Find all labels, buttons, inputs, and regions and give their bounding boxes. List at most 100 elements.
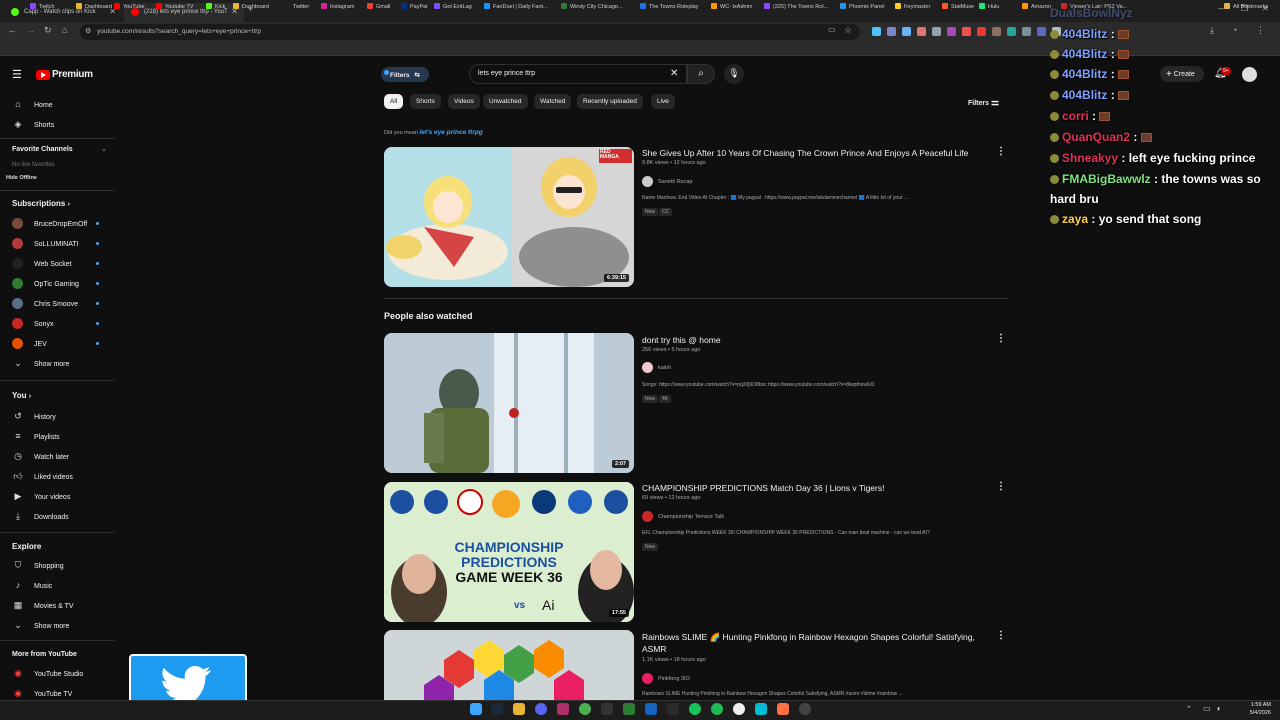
show-more-explore[interactable]: ⌄ Show more: [12, 620, 69, 631]
sidebar-item-subscription[interactable]: SoLLUMINATI: [12, 238, 79, 249]
sidebar-item-youtube-studio[interactable]: ◉ YouTube Studio: [12, 668, 83, 679]
bookmark-item[interactable]: Instagram: [321, 3, 354, 10]
windows-start-icon[interactable]: [470, 703, 482, 715]
create-button[interactable]: + Create: [1160, 66, 1204, 82]
sidebar-item-movies[interactable]: ▦ Movies & TV: [12, 600, 74, 611]
reload-icon[interactable]: ↻: [44, 25, 52, 36]
app-icon[interactable]: [733, 703, 745, 715]
discord-icon[interactable]: [535, 703, 547, 715]
video-thumbnail[interactable]: 2:07: [384, 333, 634, 473]
sidebar-item-history[interactable]: ↺ History: [12, 411, 56, 422]
sidebar-item-subscription[interactable]: JEV: [12, 338, 47, 349]
filters-search-button[interactable]: Filters ⇆: [381, 67, 429, 82]
bookmark-item[interactable]: Keymaster: [895, 3, 930, 10]
channel-link[interactable]: Championship Terrace Talk: [642, 511, 724, 522]
bookmark-item[interactable]: Gmail: [367, 3, 390, 10]
sidebar-item-watch-later[interactable]: ◷ Watch later: [12, 451, 69, 462]
sidebar-item-your-videos[interactable]: ▶ Your videos: [12, 491, 71, 502]
sidebar-item-youtube-tv[interactable]: ◉ YouTube TV: [12, 688, 72, 699]
sidebar-item-downloads[interactable]: ⤓ Downloads: [12, 511, 69, 522]
search-button[interactable]: ⌕: [687, 64, 715, 84]
obs-icon[interactable]: [799, 703, 811, 715]
you-heading[interactable]: You ›: [12, 391, 31, 400]
back-arrow-icon[interactable]: ←: [8, 25, 17, 35]
subscriptions-heading[interactable]: Subscriptions ›: [12, 199, 70, 208]
extension-icon[interactable]: [932, 27, 941, 36]
extension-icon[interactable]: [992, 27, 1001, 36]
bookmark-item[interactable]: Get ExitLag: [434, 3, 472, 10]
more-options-icon[interactable]: ⋮: [996, 630, 1006, 641]
terminal-icon[interactable]: [601, 703, 613, 715]
extension-icon[interactable]: [977, 27, 986, 36]
bookmark-item[interactable]: Phoenix Panel: [840, 3, 884, 10]
bookmark-item[interactable]: Kick: [206, 3, 225, 10]
video-title[interactable]: She Gives Up After 10 Years Of Chasing T…: [642, 147, 987, 159]
profile-icon[interactable]: ◔: [1232, 25, 1237, 35]
system-clock[interactable]: 1:59 AM 5/4/2026: [1241, 701, 1271, 717]
chevron-down-icon[interactable]: ⌄: [101, 145, 107, 153]
extension-icon[interactable]: [1007, 27, 1016, 36]
bookmark-item[interactable]: YouTube: [114, 3, 145, 10]
sidebar-item-liked-videos[interactable]: 👍︎ Liked videos: [12, 471, 73, 482]
app-icon[interactable]: [645, 703, 657, 715]
channel-link[interactable]: kaioh: [642, 362, 671, 373]
filters-button[interactable]: Filters ⚌: [968, 97, 999, 108]
app-icon[interactable]: [623, 703, 635, 715]
extension-icon[interactable]: [962, 27, 971, 36]
favorite-channels-heading[interactable]: Favorite Channels: [12, 146, 73, 153]
hamburger-menu-icon[interactable]: ☰: [12, 68, 22, 81]
steam-icon[interactable]: [491, 703, 503, 715]
cast-icon[interactable]: ▭: [828, 25, 836, 34]
extension-icon[interactable]: [872, 27, 881, 36]
filter-chip[interactable]: All: [384, 94, 404, 109]
voice-search-button[interactable]: 🎙: [724, 64, 744, 84]
app-icon[interactable]: [667, 703, 679, 715]
sidebar-item-playlists[interactable]: ≡ Playlists: [12, 431, 59, 441]
bookmark-item[interactable]: StatMuse: [942, 3, 974, 10]
all-bookmarks[interactable]: All Bookmarks: [1224, 3, 1268, 10]
filter-chip[interactable]: Videos: [448, 94, 480, 109]
filter-chip[interactable]: Watched: [534, 94, 572, 109]
app-icon[interactable]: [755, 703, 767, 715]
filter-chip[interactable]: Live: [651, 94, 675, 109]
bookmark-item[interactable]: WC- txAdmin: [711, 3, 752, 10]
more-options-icon[interactable]: ⋮: [996, 146, 1006, 157]
site-info-icon[interactable]: ⚙: [85, 27, 91, 35]
channel-link[interactable]: Sanetti Recap: [642, 176, 693, 187]
menu-dots-icon[interactable]: ⋮: [1256, 25, 1265, 36]
bookmark-star-icon[interactable]: ☆: [844, 25, 852, 36]
sidebar-item-subscription[interactable]: Web Socket: [12, 258, 72, 269]
video-thumbnail[interactable]: RED MANGA 6:39:15: [384, 147, 634, 287]
video-thumbnail[interactable]: CHAMPIONSHIP PREDICTIONS GAME WEEK 36 vs…: [384, 482, 634, 622]
app-icon[interactable]: [557, 703, 569, 715]
avatar[interactable]: [1242, 67, 1257, 82]
bookmark-item[interactable]: Hulu: [979, 3, 999, 10]
filter-chip[interactable]: Recently uploaded: [577, 94, 643, 109]
video-title[interactable]: CHAMPIONSHIP PREDICTIONS Match Day 36 | …: [642, 482, 987, 494]
bookmark-item[interactable]: Dashboard: [76, 3, 112, 10]
channel-link[interactable]: Pinkfong 3IO: [642, 673, 690, 684]
app-icon[interactable]: [689, 703, 701, 715]
app-icon[interactable]: [777, 703, 789, 715]
extension-icon[interactable]: [1022, 27, 1031, 36]
bookmark-item[interactable]: Dashboard: [233, 3, 269, 10]
sidebar-item-subscription[interactable]: BruceDropEmOff: [12, 218, 87, 229]
volume-icon[interactable]: ◖: [1216, 704, 1221, 713]
bookmark-item[interactable]: Twitter: [284, 3, 309, 10]
bookmark-item[interactable]: FanDuel | Daily Fant...: [484, 3, 548, 10]
network-icon[interactable]: ▭: [1203, 704, 1211, 713]
video-thumbnail[interactable]: [384, 630, 634, 700]
spotify-icon[interactable]: [711, 703, 723, 715]
bookmark-item[interactable]: The Towns Roleplay: [640, 3, 698, 10]
extension-icon[interactable]: [917, 27, 926, 36]
more-options-icon[interactable]: ⋮: [996, 481, 1006, 492]
bookmark-item[interactable]: Twitch: [30, 3, 55, 10]
extension-icon[interactable]: [902, 27, 911, 36]
premium-logo-text[interactable]: Premium: [52, 69, 93, 80]
suggested-query-link[interactable]: let's eye prince ttrpg: [419, 129, 482, 136]
sidebar-item-home[interactable]: ⌂ Home: [12, 99, 52, 109]
youtube-logo-icon[interactable]: [36, 70, 50, 80]
search-input[interactable]: lets eye prince ttrp: [478, 70, 535, 77]
show-more-subs[interactable]: ⌄ Show more: [12, 358, 69, 369]
clear-search-icon[interactable]: ✕: [670, 68, 678, 79]
